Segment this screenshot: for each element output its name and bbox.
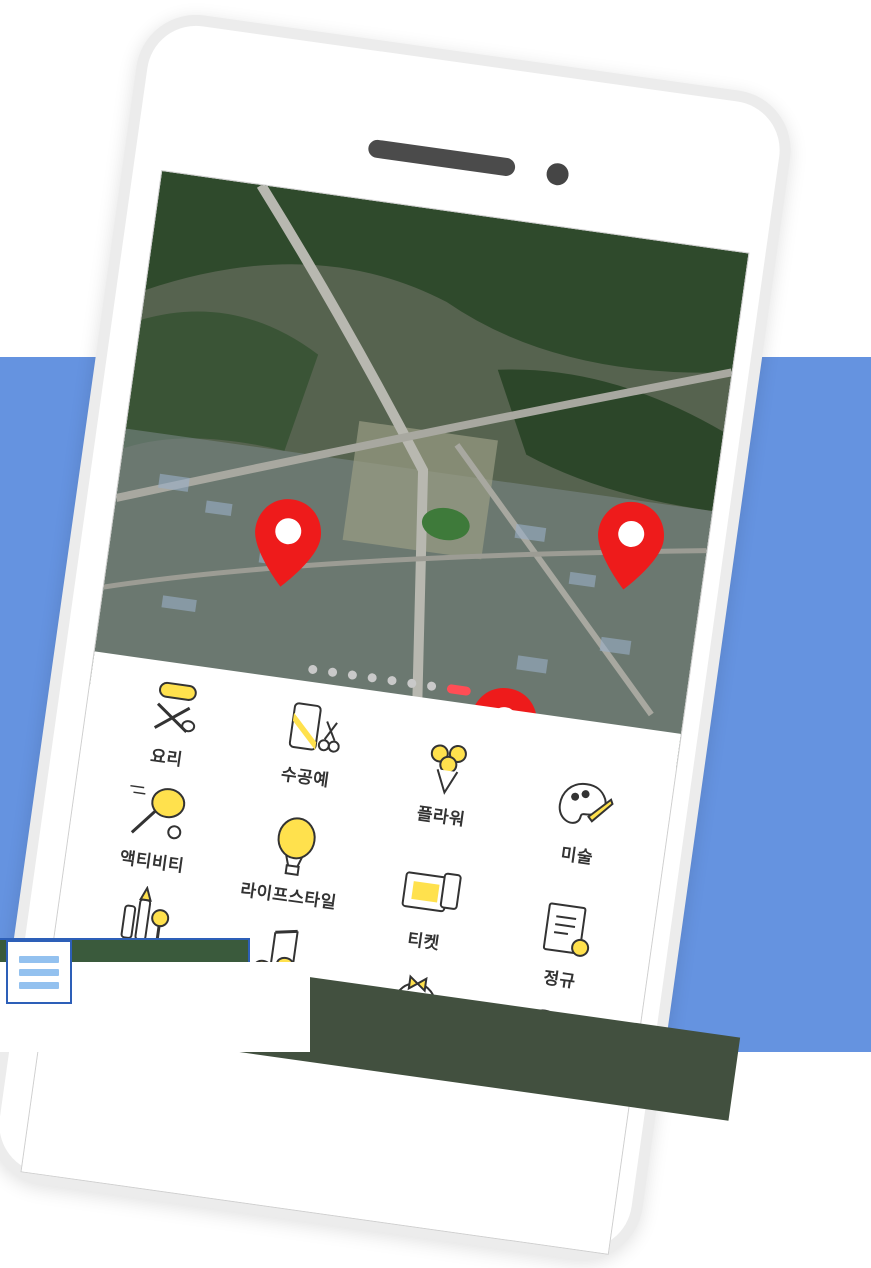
phone-speaker [367, 138, 517, 178]
category-ticket[interactable]: 티켓 [357, 857, 500, 962]
ticket-icon [401, 871, 462, 913]
category-crafts[interactable]: 수공예 [238, 689, 381, 797]
page-dot[interactable] [386, 675, 398, 686]
page-dot[interactable] [367, 672, 378, 683]
lifestyle-balloon-icon [277, 817, 316, 876]
page-dot[interactable] [426, 680, 437, 691]
page-dot[interactable] [327, 666, 338, 677]
category-flower[interactable]: 플라워 [374, 728, 517, 836]
hamburger-menu-button[interactable] [6, 940, 72, 1004]
hamburger-menu-icon [19, 955, 59, 963]
category-art[interactable]: 미술 [510, 767, 653, 875]
map-pin-left[interactable] [246, 493, 328, 594]
category-cooking[interactable]: 요리 [100, 669, 243, 777]
category-activity[interactable]: 액티비티 [85, 773, 228, 881]
crafts-icon [288, 702, 340, 753]
category-lifestyle[interactable]: 라이프스타일 [222, 807, 365, 915]
cooking-icon [153, 681, 197, 734]
page-dot[interactable] [307, 663, 318, 675]
page-dot[interactable] [347, 669, 358, 680]
phone-camera [545, 161, 571, 187]
flower-icon [430, 744, 467, 795]
page-dot[interactable] [406, 677, 417, 688]
hamburger-menu-icon [19, 981, 59, 989]
page-dot-active[interactable] [446, 683, 472, 696]
map-pin-right[interactable] [588, 495, 670, 596]
category-regular[interactable]: 정규 [493, 891, 636, 999]
art-palette-icon [558, 782, 614, 824]
activity-racket-icon [130, 784, 186, 840]
certificate-icon [542, 902, 590, 957]
stacked-card-widget [0, 938, 310, 1052]
hamburger-menu-icon [19, 968, 59, 976]
